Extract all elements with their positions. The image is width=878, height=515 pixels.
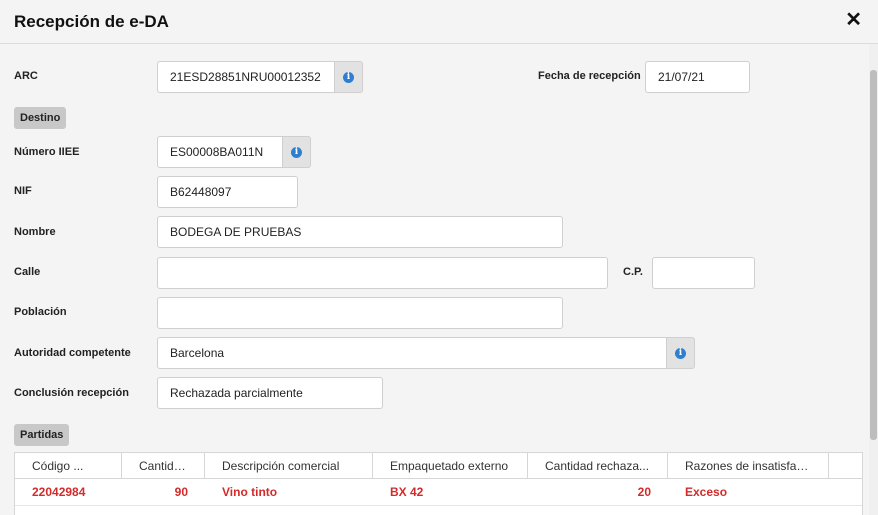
column-header-descripcion[interactable]: Descripción comercial [205,453,373,479]
partidas-section-badge: Partidas [14,424,70,446]
column-header-empaquetado[interactable]: Empaquetado externo [373,453,528,479]
scrollbar-thumb[interactable] [870,70,877,440]
cell-empaquetado: BX 42 [390,485,424,499]
autoridad-info-button[interactable]: i [667,337,695,369]
cell-descripcion: Vino tinto [222,485,278,499]
numero-iiee-info-button[interactable]: i [283,136,311,168]
grid-header: Código ... Cantidad Descripción comercia… [15,453,862,479]
fecha-recepcion-label: Fecha de recepción [538,70,641,82]
autoridad-field[interactable]: Barcelona [157,337,667,369]
fecha-recepcion-field[interactable]: 21/07/21 [645,61,750,93]
arc-field[interactable]: 21ESD28851NRU00012352 [157,61,335,93]
arc-label: ARC [14,70,38,82]
nombre-field[interactable]: BODEGA DE PRUEBAS [157,216,563,248]
numero-iiee-label: Número IIEE [14,146,80,158]
cp-field[interactable] [652,257,755,289]
poblacion-label: Población [14,306,67,318]
numero-iiee-field[interactable]: ES00008BA011N [157,136,283,168]
cell-cantidad: 90 [174,485,188,499]
conclusion-label: Conclusión recepción [14,387,129,399]
dialog-title: Recepción de e-DA [14,12,169,31]
arc-info-button[interactable]: i [335,61,363,93]
partidas-grid: Código ... Cantidad Descripción comercia… [14,452,863,515]
vertical-scrollbar[interactable] [869,44,878,515]
info-icon: i [675,348,686,359]
calle-label: Calle [14,266,41,278]
cp-label: C.P. [623,266,643,278]
info-icon: i [291,147,302,158]
calle-field[interactable] [157,257,608,289]
column-header-codigo[interactable]: Código ... [15,453,122,479]
destino-section-badge: Destino [14,107,67,129]
info-icon: i [343,72,354,83]
close-icon[interactable]: ✕ [845,9,862,31]
dialog-header: Recepción de e-DA ✕ [0,0,878,44]
conclusion-field[interactable]: Rechazada parcialmente [157,377,383,409]
column-header-razones[interactable]: Razones de insatisfac... [668,453,829,479]
nombre-label: Nombre [14,226,56,238]
cell-razones: Exceso [685,485,728,499]
nif-field[interactable]: B62448097 [157,176,298,208]
autoridad-label: Autoridad competente [14,347,131,359]
column-header-cantidad[interactable]: Cantidad [122,453,205,479]
table-row[interactable]: 22042984 90 Vino tinto BX 42 20 Exceso [15,479,862,506]
cell-cantidad-rechazada: 20 [637,485,651,499]
cell-codigo: 22042984 [32,485,86,499]
column-header-cantidad-rechazada[interactable]: Cantidad rechaza... [528,453,668,479]
poblacion-field[interactable] [157,297,563,329]
nif-label: NIF [14,185,32,197]
